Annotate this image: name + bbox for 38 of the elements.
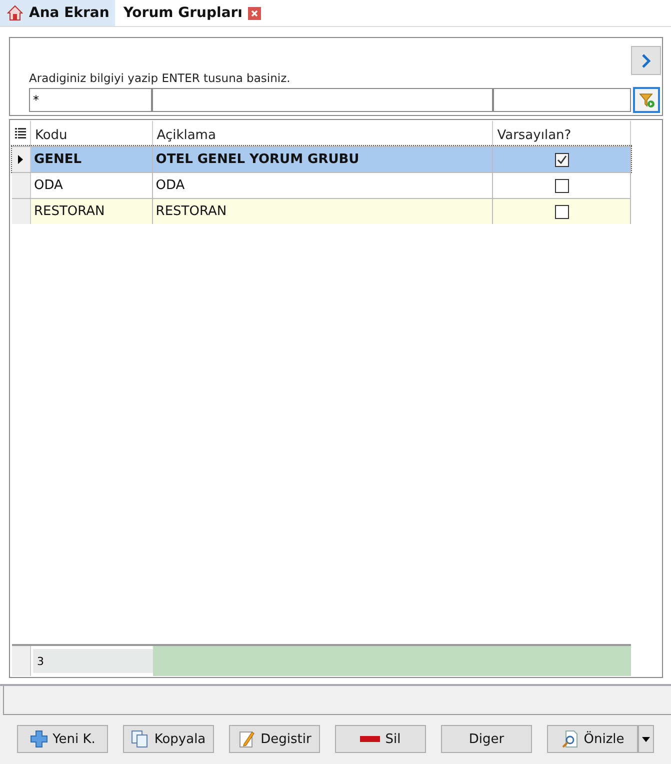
toolbar-button[interactable]: Diger (441, 725, 532, 753)
row-pointer-icon (18, 155, 24, 164)
chevron-right-icon (641, 52, 651, 68)
checkbox[interactable] (554, 178, 569, 192)
table-cell: RESTORAN (152, 199, 494, 224)
search-field[interactable] (493, 88, 631, 112)
plus-icon (30, 730, 48, 748)
minus-icon (360, 735, 380, 743)
table-row[interactable]: RESTORAN RESTORAN (12, 198, 631, 224)
column-chooser-icon[interactable] (15, 128, 26, 139)
home-icon (7, 5, 23, 21)
search-field[interactable]: * (29, 88, 152, 112)
toolbar-button[interactable]: Sil (335, 725, 426, 753)
caret-icon (642, 736, 650, 742)
funnel-icon (638, 92, 654, 108)
checkbox[interactable] (554, 204, 569, 218)
tab[interactable]: Ana Ekran (0, 0, 116, 26)
dropdown-button[interactable] (638, 725, 654, 753)
filter-button[interactable] (633, 87, 660, 113)
toolbar-button[interactable]: Kopyala (123, 725, 214, 753)
checkbox[interactable] (554, 152, 569, 166)
toolbar-button[interactable]: Degistir (229, 725, 320, 753)
close-icon[interactable] (248, 6, 262, 20)
copy-icon (131, 730, 150, 748)
table-row[interactable]: GENEL OTEL GENEL YORUM GRUBU (12, 146, 631, 172)
search-hint: Aradiginiz bilgiyi yazip ENTER tusuna basiniz. (29, 71, 292, 87)
toolbar-button[interactable]: Yeni K. (17, 725, 108, 753)
search-field[interactable] (152, 88, 493, 112)
table-cell: RESTORAN (30, 199, 153, 224)
magnifier-on-page-icon (560, 730, 579, 748)
tab-label: Ana Ekran (29, 5, 110, 21)
pencil-on-paper-icon (238, 730, 256, 748)
row-count: 3 (33, 649, 153, 673)
footer-row-header (12, 646, 31, 676)
next-button[interactable] (631, 46, 661, 75)
toolbar-button[interactable]: Önizle (547, 725, 638, 753)
tab-label: Yorum Grupları (123, 5, 242, 21)
table-row[interactable]: ODA ODA (12, 172, 631, 198)
